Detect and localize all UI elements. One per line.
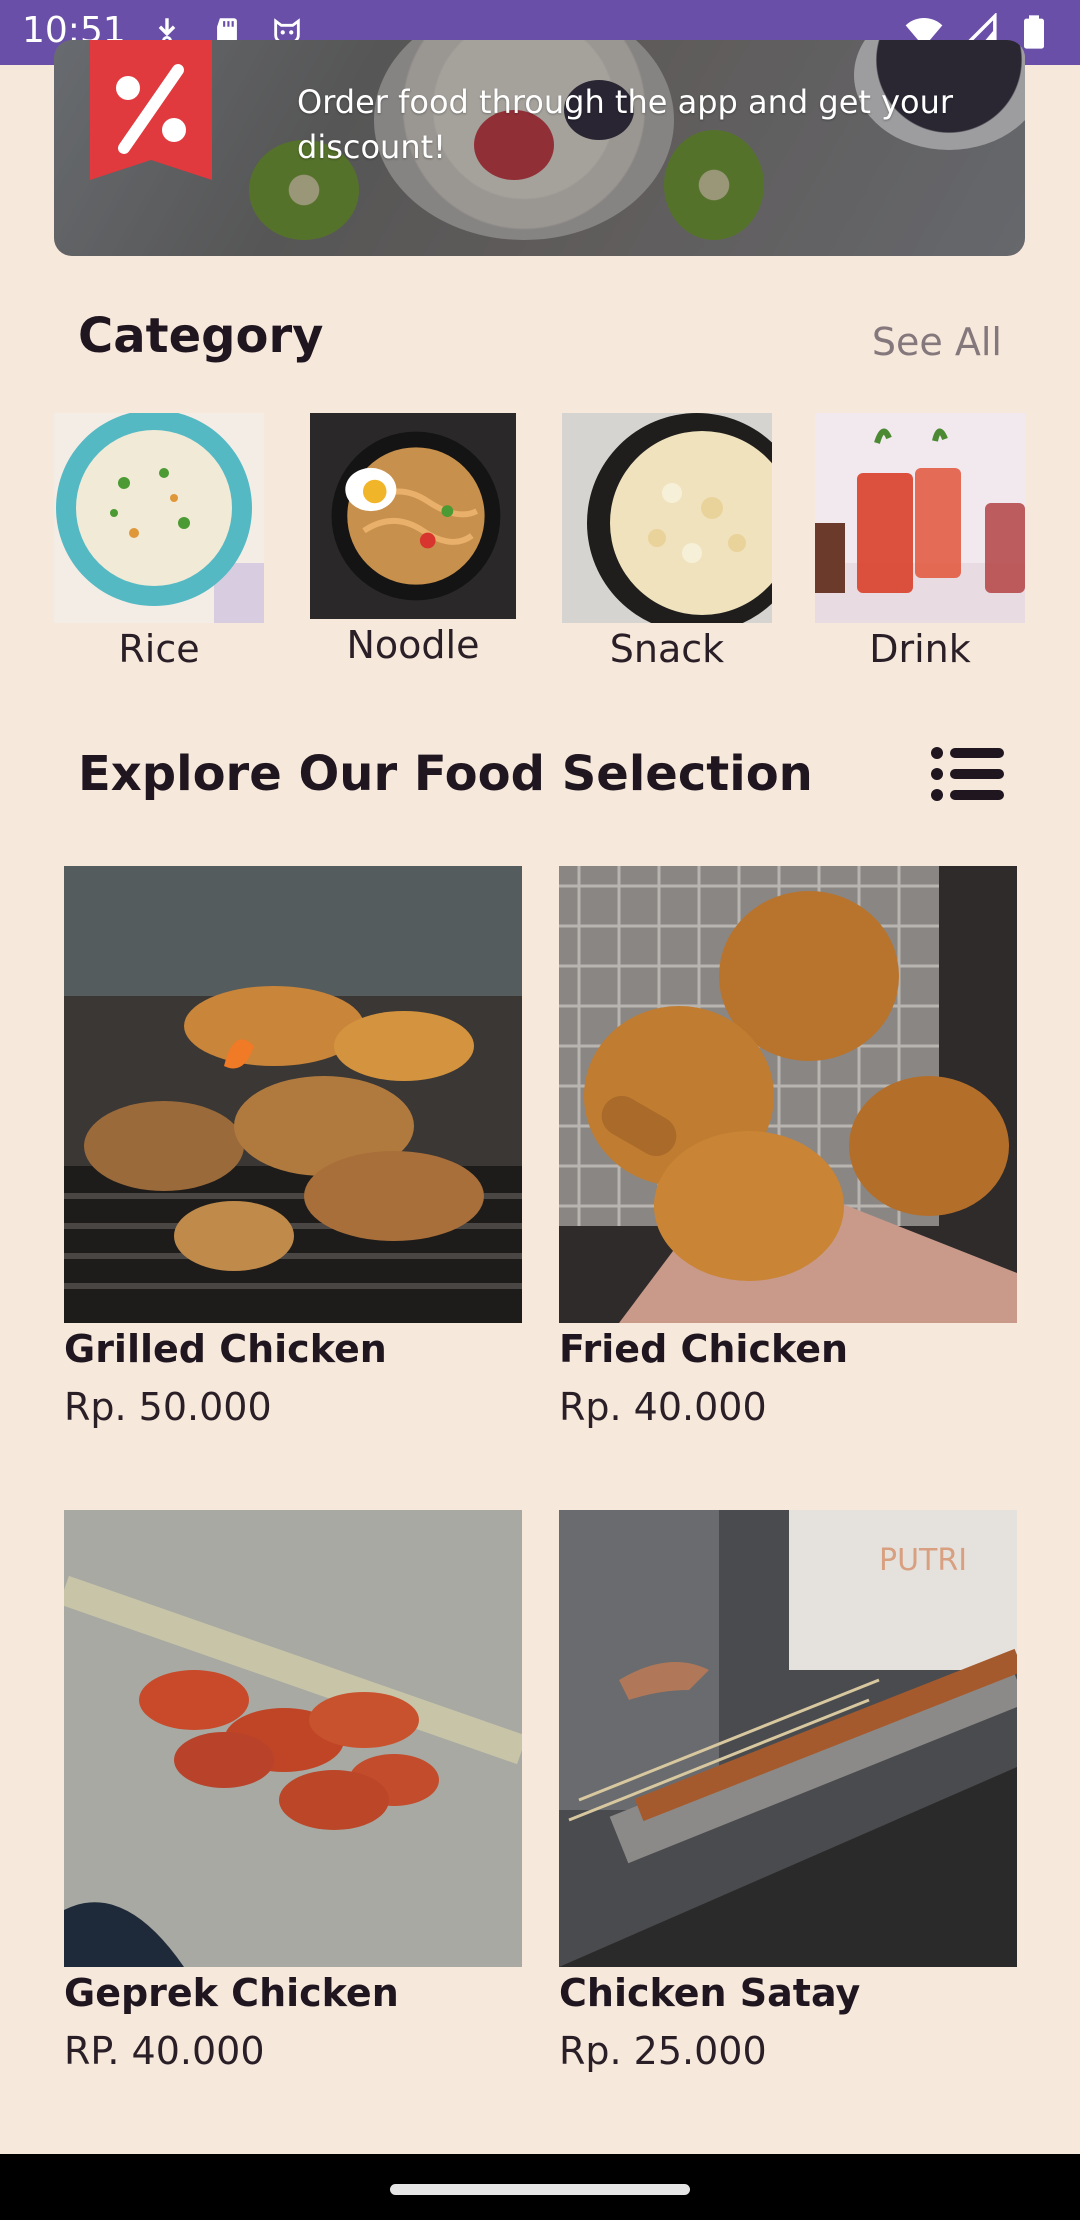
food-name: Chicken Satay	[559, 1971, 861, 2015]
food-price: RP. 40.000	[64, 2029, 265, 2073]
food-name: Geprek Chicken	[64, 1971, 399, 2015]
see-all-link[interactable]: See All	[872, 320, 1002, 364]
percent-discount-icon	[90, 40, 212, 180]
fried-chicken-image	[559, 866, 1017, 1323]
category-item-rice[interactable]: Rice	[54, 413, 264, 671]
noodle-image	[310, 413, 516, 619]
home-gesture-handle[interactable]	[390, 2184, 690, 2195]
food-card-geprek-chicken[interactable]: Geprek Chicken RP. 40.000	[64, 1510, 522, 2073]
category-item-noodle[interactable]: Noodle	[308, 413, 518, 667]
category-label: Drink	[869, 627, 971, 671]
explore-title: Explore Our Food Selection	[78, 746, 813, 802]
food-name: Grilled Chicken	[64, 1327, 387, 1371]
list-view-icon[interactable]	[930, 746, 1004, 802]
food-price: Rp. 25.000	[559, 2029, 767, 2073]
snack-image	[562, 413, 772, 623]
food-card-chicken-satay[interactable]: PUTRI Chicken Satay Rp. 25.000	[559, 1510, 1017, 2073]
food-name: Fried Chicken	[559, 1327, 849, 1371]
food-card-fried-chicken[interactable]: Fried Chicken Rp. 40.000	[559, 866, 1017, 1429]
category-item-snack[interactable]: Snack	[562, 413, 772, 671]
rice-image	[54, 413, 264, 623]
geprek-chicken-image	[64, 1510, 522, 1967]
category-label: Snack	[609, 627, 725, 671]
grilled-chicken-image	[64, 866, 522, 1323]
drink-image	[815, 413, 1025, 623]
category-label: Rice	[118, 627, 200, 671]
category-item-drink[interactable]: Drink	[815, 413, 1025, 671]
navigation-bar	[0, 2154, 1080, 2220]
food-price: Rp. 50.000	[64, 1385, 272, 1429]
svg-text:PUTRI: PUTRI	[879, 1543, 967, 1578]
food-price: Rp. 40.000	[559, 1385, 767, 1429]
chicken-satay-image: PUTRI	[559, 1510, 1017, 1967]
promo-text: Order food through the app and get your …	[297, 83, 954, 166]
category-label: Noodle	[346, 623, 480, 667]
category-title: Category	[78, 308, 324, 364]
promo-banner[interactable]: Order food through the app and get your …	[54, 40, 1025, 256]
food-card-grilled-chicken[interactable]: Grilled Chicken Rp. 50.000	[64, 866, 522, 1429]
